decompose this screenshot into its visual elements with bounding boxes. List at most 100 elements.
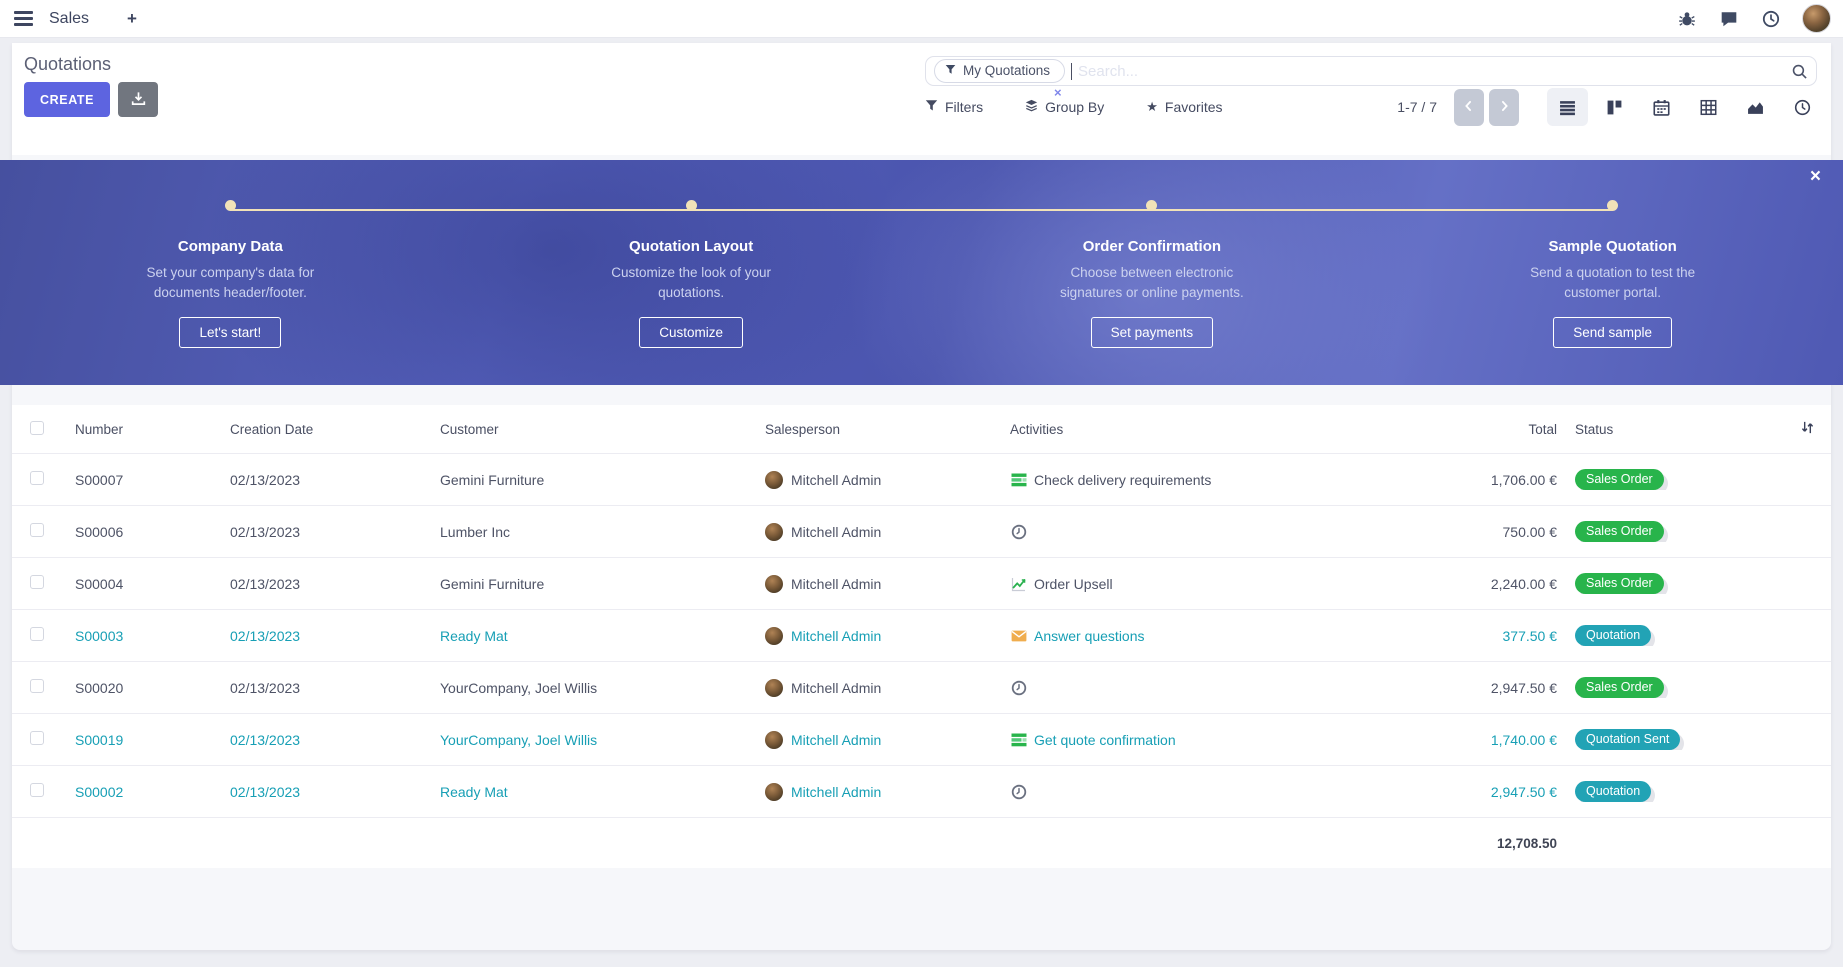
search-facet-my-quotations[interactable]: My Quotations [934, 59, 1065, 83]
activity-view-icon[interactable] [1782, 88, 1823, 126]
select-all-checkbox[interactable] [30, 421, 44, 435]
chevron-left-icon [1463, 100, 1475, 115]
row-checkbox[interactable] [30, 679, 44, 693]
pager-next-button[interactable] [1489, 89, 1519, 126]
list-view-icon[interactable] [1547, 88, 1588, 126]
row-checkbox[interactable] [30, 471, 44, 485]
status-badge: Quotation Sent [1575, 729, 1680, 750]
step-action-button[interactable]: Send sample [1553, 317, 1672, 348]
cell-total: 750.00 € [1417, 524, 1557, 540]
export-button[interactable] [118, 82, 158, 117]
cell-number: S00006 [62, 524, 217, 540]
cell-activities[interactable]: Get quote confirmation [997, 731, 1417, 749]
row-checkbox[interactable] [30, 627, 44, 641]
header-salesperson[interactable]: Salesperson [752, 422, 997, 437]
quotations-list: Number Creation Date Customer Salesperso… [12, 405, 1831, 868]
cell-activities[interactable] [997, 523, 1417, 541]
user-avatar[interactable] [1802, 4, 1831, 33]
hamburger-icon[interactable] [14, 11, 33, 26]
step-title: Sample Quotation [1548, 238, 1676, 255]
table-row[interactable]: S00004 02/13/2023 Gemini Furniture Mitch… [12, 557, 1831, 609]
step-action-button[interactable]: Let's start! [179, 317, 281, 348]
cell-activities[interactable]: Order Upsell [997, 575, 1417, 593]
star-icon: ★ [1146, 99, 1158, 115]
cell-creation-date: 02/13/2023 [217, 524, 427, 540]
envelope-icon[interactable] [1010, 627, 1028, 645]
cell-activities[interactable] [997, 679, 1417, 697]
clock-icon[interactable] [1010, 679, 1028, 697]
favorites-label: Favorites [1165, 99, 1223, 115]
pager: 1-7 / 7 [1397, 99, 1437, 115]
cell-activities[interactable] [997, 783, 1417, 801]
row-checkbox[interactable] [30, 523, 44, 537]
row-checkbox[interactable] [30, 731, 44, 745]
pager-previous-button[interactable] [1454, 89, 1484, 126]
timeline-dot-icon [225, 200, 236, 211]
graph-view-icon[interactable] [1735, 88, 1776, 126]
search-icon[interactable] [1791, 63, 1808, 80]
activities-clock-icon[interactable] [1760, 8, 1782, 30]
chart-icon[interactable] [1010, 575, 1028, 593]
search-bar[interactable]: My Quotations × [925, 56, 1817, 86]
cell-activities[interactable]: Answer questions [997, 627, 1417, 645]
cell-number: S00019 [62, 732, 217, 748]
clock-icon[interactable] [1010, 523, 1028, 541]
step-action-button[interactable]: Set payments [1091, 317, 1214, 348]
status-badge: Quotation [1575, 625, 1651, 646]
calendar-view-icon[interactable] [1641, 88, 1682, 126]
tasks-icon[interactable] [1010, 471, 1028, 489]
header-customer[interactable]: Customer [427, 422, 752, 437]
status-badge: Sales Order [1575, 469, 1664, 490]
header-total[interactable]: Total [1417, 422, 1557, 437]
cell-customer: Lumber Inc [427, 524, 752, 540]
timeline-dot-icon [686, 200, 697, 211]
clock-icon[interactable] [1010, 783, 1028, 801]
facet-remove-icon[interactable]: × [1054, 85, 1062, 100]
cell-status: Sales Order [1557, 469, 1787, 490]
cell-salesperson: Mitchell Admin [752, 575, 997, 593]
pivot-view-icon[interactable] [1688, 88, 1729, 126]
header-status[interactable]: Status [1557, 422, 1787, 437]
table-row[interactable]: S00003 02/13/2023 Ready Mat Mitchell Adm… [12, 609, 1831, 661]
group-by-button[interactable]: Group By [1025, 99, 1104, 115]
onboarding-step: Company Data Set your company's data for… [0, 160, 461, 385]
table-row[interactable]: S00002 02/13/2023 Ready Mat Mitchell Adm… [12, 765, 1831, 817]
control-panel: Quotations CREATE My Quotations × Filter… [12, 43, 1831, 155]
cell-creation-date: 02/13/2023 [217, 784, 427, 800]
status-badge: Quotation [1575, 781, 1651, 802]
search-input[interactable] [1072, 63, 1791, 80]
new-tab-button[interactable]: + [127, 9, 137, 29]
table-row[interactable]: S00007 02/13/2023 Gemini Furniture Mitch… [12, 453, 1831, 505]
optional-columns-icon[interactable] [1800, 420, 1815, 438]
header-creation-date[interactable]: Creation Date [217, 422, 427, 437]
salesperson-avatar [765, 471, 783, 489]
messages-icon[interactable] [1718, 8, 1740, 30]
row-checkbox[interactable] [30, 783, 44, 797]
status-badge: Sales Order [1575, 677, 1664, 698]
table-row[interactable]: S00019 02/13/2023 YourCompany, Joel Will… [12, 713, 1831, 765]
header-number[interactable]: Number [62, 422, 217, 437]
table-row[interactable]: S00020 02/13/2023 YourCompany, Joel Will… [12, 661, 1831, 713]
cell-status: Sales Order [1557, 573, 1787, 594]
status-badge: Sales Order [1575, 573, 1664, 594]
table-row[interactable]: S00006 02/13/2023 Lumber Inc Mitchell Ad… [12, 505, 1831, 557]
bug-icon[interactable] [1676, 8, 1698, 30]
step-action-button[interactable]: Customize [639, 317, 743, 348]
tasks-icon[interactable] [1010, 731, 1028, 749]
salesperson-name: Mitchell Admin [791, 732, 881, 748]
cell-number: S00003 [62, 628, 217, 644]
salesperson-name: Mitchell Admin [791, 680, 881, 696]
create-button[interactable]: CREATE [24, 82, 110, 117]
cell-activities[interactable]: Check delivery requirements [997, 471, 1417, 489]
activity-text: Check delivery requirements [1034, 472, 1211, 488]
kanban-view-icon[interactable] [1594, 88, 1635, 126]
cell-salesperson: Mitchell Admin [752, 627, 997, 645]
row-checkbox[interactable] [30, 575, 44, 589]
top-navbar: Sales + [0, 0, 1843, 38]
step-description: Customize the look of yourquotations. [611, 263, 771, 304]
filters-button[interactable]: Filters [925, 99, 983, 115]
header-activities[interactable]: Activities [997, 422, 1417, 437]
banner-close-icon[interactable]: × [1810, 166, 1821, 188]
app-menu-sales[interactable]: Sales [49, 10, 89, 28]
favorites-button[interactable]: ★ Favorites [1146, 99, 1222, 115]
